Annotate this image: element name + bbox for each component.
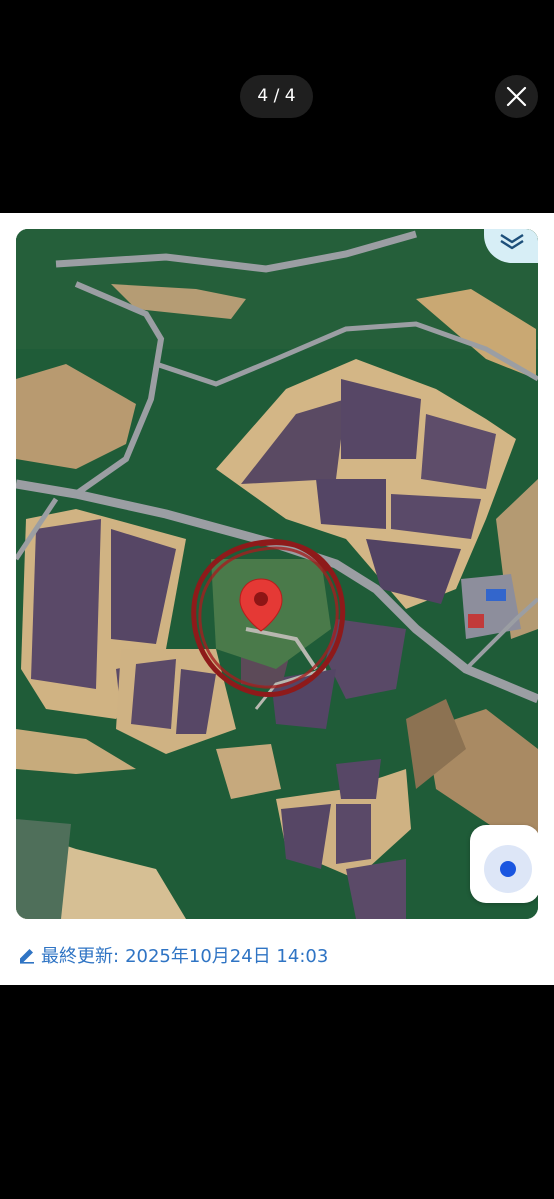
image-counter: 4 / 4 [240, 75, 313, 118]
map-imagery [16, 229, 538, 919]
last-updated-value: 2025年10月24日 14:03 [125, 946, 329, 967]
close-button[interactable] [495, 75, 538, 118]
satellite-map[interactable] [16, 229, 538, 919]
image-viewer: 4 / 4 最終更新: 2025年10月24日 14:03 [0, 0, 554, 1199]
last-updated-label: 最終更新: [41, 946, 120, 967]
map-card: 最終更新: 2025年10月24日 14:03 [0, 213, 554, 985]
pencil-icon [20, 949, 34, 964]
location-dot [500, 861, 516, 877]
close-icon [506, 86, 527, 107]
my-location-button[interactable] [470, 825, 538, 903]
layers-icon [500, 233, 524, 250]
last-updated: 最終更新: 2025年10月24日 14:03 [18, 943, 328, 967]
